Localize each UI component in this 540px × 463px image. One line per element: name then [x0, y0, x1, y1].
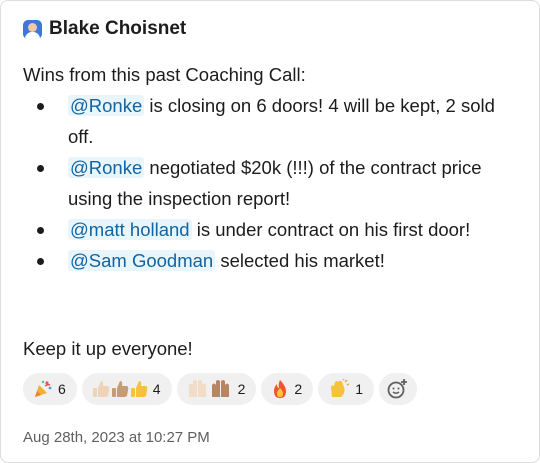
reaction-party-popper[interactable]: 6 [23, 373, 77, 405]
message-header: Blake Choisnet [23, 18, 186, 40]
add-reaction-icon [387, 378, 409, 400]
mention-ronke[interactable]: @Ronke [68, 157, 145, 178]
wins-list: @Ronke is closing on 6 doors! 4 will be … [23, 90, 523, 276]
reaction-count: 4 [152, 381, 161, 397]
thumbs-up-icon [92, 379, 148, 399]
message-card: Blake Choisnet Wins from this past Coach… [0, 0, 540, 463]
list-item-text: selected his market! [215, 250, 385, 271]
reaction-fire[interactable]: 2 [261, 373, 314, 405]
raised-hands-icon [187, 379, 233, 399]
mention-matt-holland[interactable]: @matt holland [68, 219, 192, 240]
reaction-count: 2 [294, 381, 303, 397]
message-body: Wins from this past Coaching Call: @Ronk… [23, 59, 523, 276]
list-item: @Sam Goodman selected his market! [23, 245, 523, 276]
reaction-clapping-hands[interactable]: 1 [318, 373, 374, 405]
list-item: @matt holland is under contract on his f… [23, 214, 523, 245]
clapping-hands-icon [328, 379, 350, 399]
reaction-count: 6 [58, 381, 66, 397]
message-intro: Wins from this past Coaching Call: [23, 64, 306, 85]
reaction-raised-hands[interactable]: 2 [176, 373, 257, 405]
reaction-thumbs-up[interactable]: 4 [81, 373, 172, 405]
add-reaction-button[interactable] [378, 373, 417, 405]
reaction-count: 2 [237, 381, 246, 397]
list-item-text: is under contract on his first door! [191, 219, 471, 240]
mention-ronke[interactable]: @Ronke [68, 95, 145, 116]
mention-sam-goodman[interactable]: @Sam Goodman [68, 250, 216, 271]
author-name[interactable]: Blake Choisnet [49, 18, 186, 40]
message-outro: Keep it up everyone! [23, 338, 193, 359]
list-item: @Ronke negotiated $20k (!!!) of the cont… [23, 152, 523, 214]
message-timestamp[interactable]: Aug 28th, 2023 at 10:27 PM [23, 429, 210, 446]
list-item: @Ronke is closing on 6 doors! 4 will be … [23, 90, 523, 152]
fire-icon [271, 379, 289, 399]
reactions-bar: 6 4 2 2 1 [23, 373, 417, 405]
party-popper-icon [33, 379, 53, 399]
reaction-count: 1 [355, 381, 363, 397]
avatar[interactable] [23, 19, 42, 39]
